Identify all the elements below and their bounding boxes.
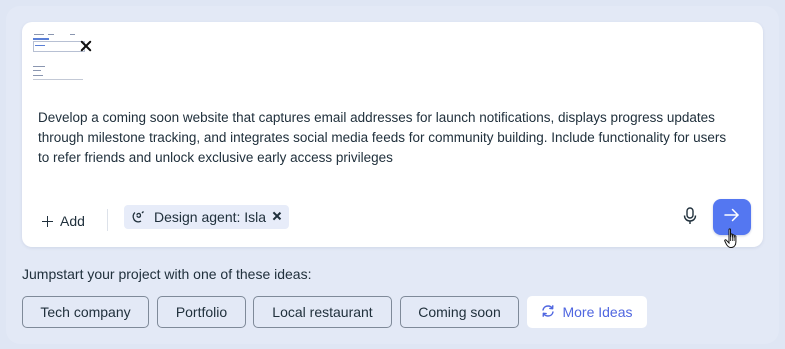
idea-chip-local-restaurant[interactable]: Local restaurant <box>253 296 392 328</box>
plus-icon <box>42 215 53 227</box>
prompt-card: Develop a coming soon website that captu… <box>22 22 763 247</box>
design-agent-chip[interactable]: Design agent: Isla <box>124 205 289 229</box>
idea-chip-coming-soon[interactable]: Coming soon <box>400 296 519 328</box>
add-button-label: Add <box>60 213 85 229</box>
microphone-button[interactable] <box>682 206 698 230</box>
more-ideas-button[interactable]: More Ideas <box>527 296 647 328</box>
prompt-toolbar: Add Design agent: Isla <box>22 199 763 240</box>
arrow-right-icon <box>724 208 740 227</box>
microphone-icon <box>683 206 697 230</box>
add-button[interactable]: Add <box>42 208 85 234</box>
ideas-heading: Jumpstart your project with one of these… <box>22 266 312 282</box>
idea-chip-tech-company[interactable]: Tech company <box>22 296 149 328</box>
chip-close-icon[interactable] <box>273 212 281 220</box>
idea-chip-portfolio[interactable]: Portfolio <box>157 296 246 328</box>
attachment-close-icon[interactable] <box>80 40 92 52</box>
more-ideas-label: More Ideas <box>562 304 633 320</box>
attachment-thumbnail[interactable] <box>30 26 92 86</box>
hand-pointer-icon <box>724 228 742 250</box>
agent-icon <box>131 210 145 224</box>
prompt-input[interactable]: Develop a coming soon website that captu… <box>38 108 738 168</box>
design-agent-label: Design agent: Isla <box>154 209 267 225</box>
toolbar-divider <box>107 209 108 231</box>
refresh-icon <box>541 304 555 321</box>
